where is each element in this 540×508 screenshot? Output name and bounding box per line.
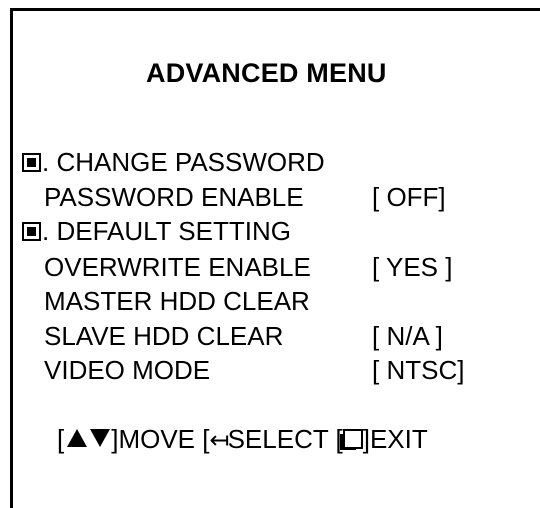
footer-select-label: SELECT [ <box>227 424 343 454</box>
footer-move-open: [ <box>57 424 65 454</box>
enter-icon: ↤ <box>209 427 229 454</box>
menu-title: ADVANCED MENU <box>146 58 387 88</box>
up-arrow-icon <box>67 429 88 447</box>
menu-item-label: PASSWORD ENABLE <box>44 182 304 212</box>
menu-item-value: [ YES ] <box>372 252 453 282</box>
menu-item-value: [ OFF] <box>372 182 446 212</box>
menu-item-overwrite-enable[interactable]: OVERWRITE ENABLE [ YES ] <box>22 252 452 282</box>
menu-item-label: VIDEO MODE <box>44 355 211 385</box>
menu-item-value: [ N/A ] <box>372 321 443 351</box>
menu-item-master-hdd-clear[interactable]: MASTER HDD CLEAR <box>22 286 310 316</box>
square-bullet-icon <box>22 222 41 241</box>
menu-item-label: MASTER HDD CLEAR <box>44 286 310 316</box>
menu-item-video-mode[interactable]: VIDEO MODE [ NTSC] <box>22 355 464 385</box>
footer-move-label: ]MOVE [ <box>111 424 210 454</box>
menu-item-password-enable[interactable]: PASSWORD ENABLE [ OFF] <box>22 182 446 212</box>
menu-item-label: . DEFAULT SETTING <box>42 216 291 246</box>
footer-exit-label: ]EXIT <box>362 424 428 454</box>
exit-icon <box>339 429 363 450</box>
menu-item-change-password[interactable]: . CHANGE PASSWORD <box>22 147 325 177</box>
down-arrow-icon <box>90 429 111 447</box>
menu-item-value: [ NTSC] <box>372 355 465 385</box>
menu-item-label: SLAVE HDD CLEAR <box>44 321 284 351</box>
menu-item-label: . CHANGE PASSWORD <box>42 147 325 177</box>
menu-item-label: OVERWRITE ENABLE <box>44 252 311 282</box>
menu-item-slave-hdd-clear[interactable]: SLAVE HDD CLEAR [ N/A ] <box>22 321 443 351</box>
menu-item-default-setting[interactable]: . DEFAULT SETTING <box>22 216 291 246</box>
square-bullet-icon <box>22 153 41 172</box>
key-help-footer: [ ]MOVE [↤SELECT [ ]EXIT <box>57 424 428 456</box>
